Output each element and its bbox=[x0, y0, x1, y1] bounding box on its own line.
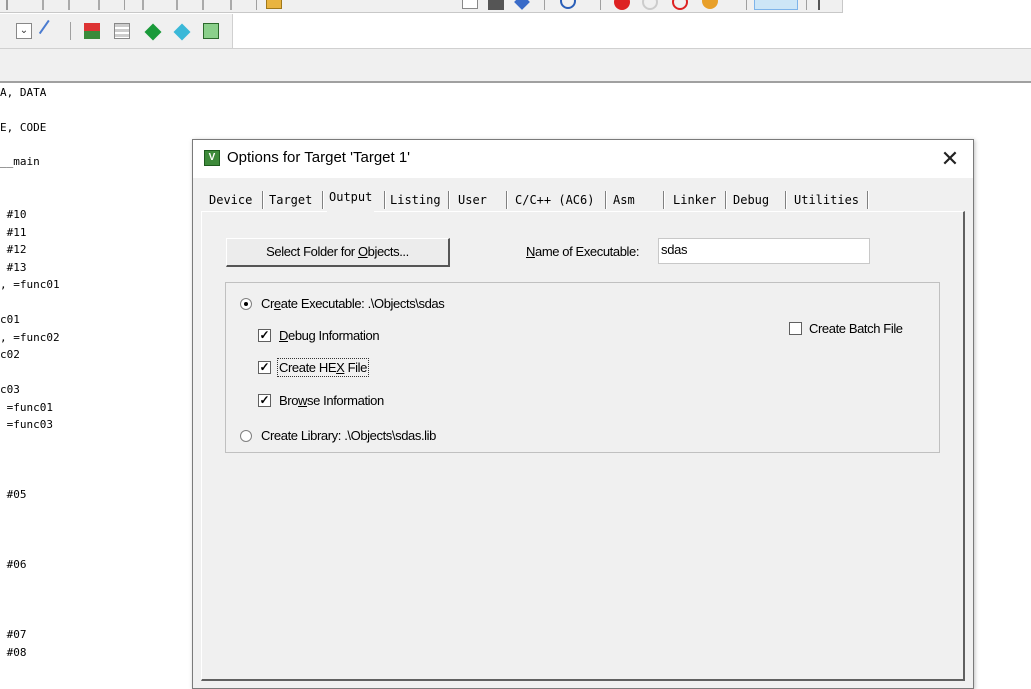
code-line: c03 bbox=[0, 383, 20, 396]
create-executable-label[interactable]: Create Executable: .\Objects\sdas bbox=[261, 296, 445, 311]
tab-output[interactable]: Output bbox=[327, 187, 375, 212]
list2-icon[interactable] bbox=[230, 0, 246, 10]
component-manager-icon[interactable] bbox=[84, 23, 100, 39]
browse-info-label[interactable]: Browse Information bbox=[279, 393, 384, 408]
browse-info-checkbox[interactable]: ✓ bbox=[258, 394, 271, 407]
debug-info-label[interactable]: Debug Information bbox=[279, 328, 380, 343]
create-batch-checkbox[interactable] bbox=[789, 322, 802, 335]
toolbar-strip bbox=[0, 48, 1031, 83]
name-of-executable-input[interactable]: sdas bbox=[658, 238, 870, 264]
window-icon[interactable] bbox=[754, 0, 798, 10]
breakpoint-kill-icon[interactable] bbox=[672, 0, 688, 10]
indent-left-icon[interactable] bbox=[42, 0, 58, 10]
folder-icon[interactable] bbox=[266, 0, 282, 9]
tab-cpp[interactable]: C/C++ (AC6) bbox=[513, 190, 596, 210]
code-line: , =func01 bbox=[0, 278, 60, 291]
options-dialog: V Options for Target 'Target 1' ✕ Device… bbox=[192, 139, 974, 689]
code-line: #10 bbox=[0, 208, 27, 221]
create-library-radio[interactable] bbox=[240, 430, 252, 442]
tab-target[interactable]: Target bbox=[267, 190, 314, 210]
breakpoint-disable-icon[interactable] bbox=[642, 0, 658, 10]
code-line: #05 bbox=[0, 488, 27, 501]
indent-icon[interactable] bbox=[6, 0, 22, 10]
create-hex-label[interactable]: Create HEX File bbox=[277, 358, 369, 377]
tab-device[interactable]: Device bbox=[207, 190, 254, 210]
name-of-executable-label: Name of Executable: bbox=[526, 244, 640, 259]
tab-utilities[interactable]: Utilities bbox=[792, 190, 861, 210]
code-line: #13 bbox=[0, 261, 27, 274]
code-line: =func03 bbox=[0, 418, 53, 431]
toolbar-target: ⌄ bbox=[0, 14, 233, 48]
code-line: A, DATA bbox=[0, 86, 47, 99]
stack-icon[interactable] bbox=[114, 23, 130, 39]
dropdown-icon[interactable] bbox=[462, 0, 478, 9]
indent-right-icon[interactable] bbox=[68, 0, 84, 10]
tab-user[interactable]: User bbox=[456, 190, 489, 210]
breakpoint-clear-icon[interactable] bbox=[702, 0, 718, 9]
code-line: #11 bbox=[0, 226, 27, 239]
code-line: __main bbox=[0, 155, 40, 168]
breakpoint-icon[interactable] bbox=[614, 0, 630, 10]
cyan-diamond-icon[interactable] bbox=[173, 23, 191, 41]
create-library-label[interactable]: Create Library: .\Objects\sdas.lib bbox=[261, 428, 436, 443]
tab-debug[interactable]: Debug bbox=[731, 190, 771, 210]
toolbar-build bbox=[0, 0, 843, 13]
code-line: #06 bbox=[0, 558, 27, 571]
comment-icon[interactable] bbox=[142, 0, 158, 10]
bookmark-icon[interactable] bbox=[98, 0, 114, 10]
code-line: #07 bbox=[0, 628, 27, 641]
code-line: , =func02 bbox=[0, 331, 60, 344]
target-dropdown-icon[interactable]: ⌄ bbox=[16, 23, 32, 39]
pack-installer-icon[interactable] bbox=[203, 23, 219, 39]
keil-icon: V bbox=[204, 150, 220, 166]
dialog-title: Options for Target 'Target 1' bbox=[227, 149, 411, 166]
search-icon[interactable] bbox=[560, 0, 576, 9]
tab-listing[interactable]: Listing bbox=[388, 190, 443, 210]
close-icon[interactable]: ✕ bbox=[935, 146, 965, 172]
magic-wand-icon[interactable] bbox=[38, 19, 62, 43]
target-icon[interactable] bbox=[488, 0, 504, 10]
create-hex-checkbox[interactable]: ✓ bbox=[258, 361, 271, 374]
code-line: =func01 bbox=[0, 401, 53, 414]
tab-asm[interactable]: Asm bbox=[611, 190, 637, 210]
code-line: c02 bbox=[0, 348, 20, 361]
green-diamond-icon[interactable] bbox=[144, 23, 162, 41]
code-line: E, CODE bbox=[0, 121, 47, 134]
config-icon[interactable] bbox=[818, 0, 834, 10]
code-line: #08 bbox=[0, 646, 27, 659]
tab-linker[interactable]: Linker bbox=[671, 190, 718, 210]
debug-info-checkbox[interactable]: ✓ bbox=[258, 329, 271, 342]
select-folder-button[interactable]: Select Folder for Objects... bbox=[226, 238, 450, 267]
code-line: c01 bbox=[0, 313, 20, 326]
dialog-titlebar[interactable]: V Options for Target 'Target 1' ✕ bbox=[193, 140, 973, 178]
create-executable-radio[interactable] bbox=[240, 298, 252, 310]
code-line: #12 bbox=[0, 243, 27, 256]
uncomment-icon[interactable] bbox=[176, 0, 192, 10]
list-icon[interactable] bbox=[202, 0, 218, 10]
debug-diamond-icon[interactable] bbox=[514, 0, 530, 10]
create-batch-label[interactable]: Create Batch File bbox=[809, 321, 903, 336]
